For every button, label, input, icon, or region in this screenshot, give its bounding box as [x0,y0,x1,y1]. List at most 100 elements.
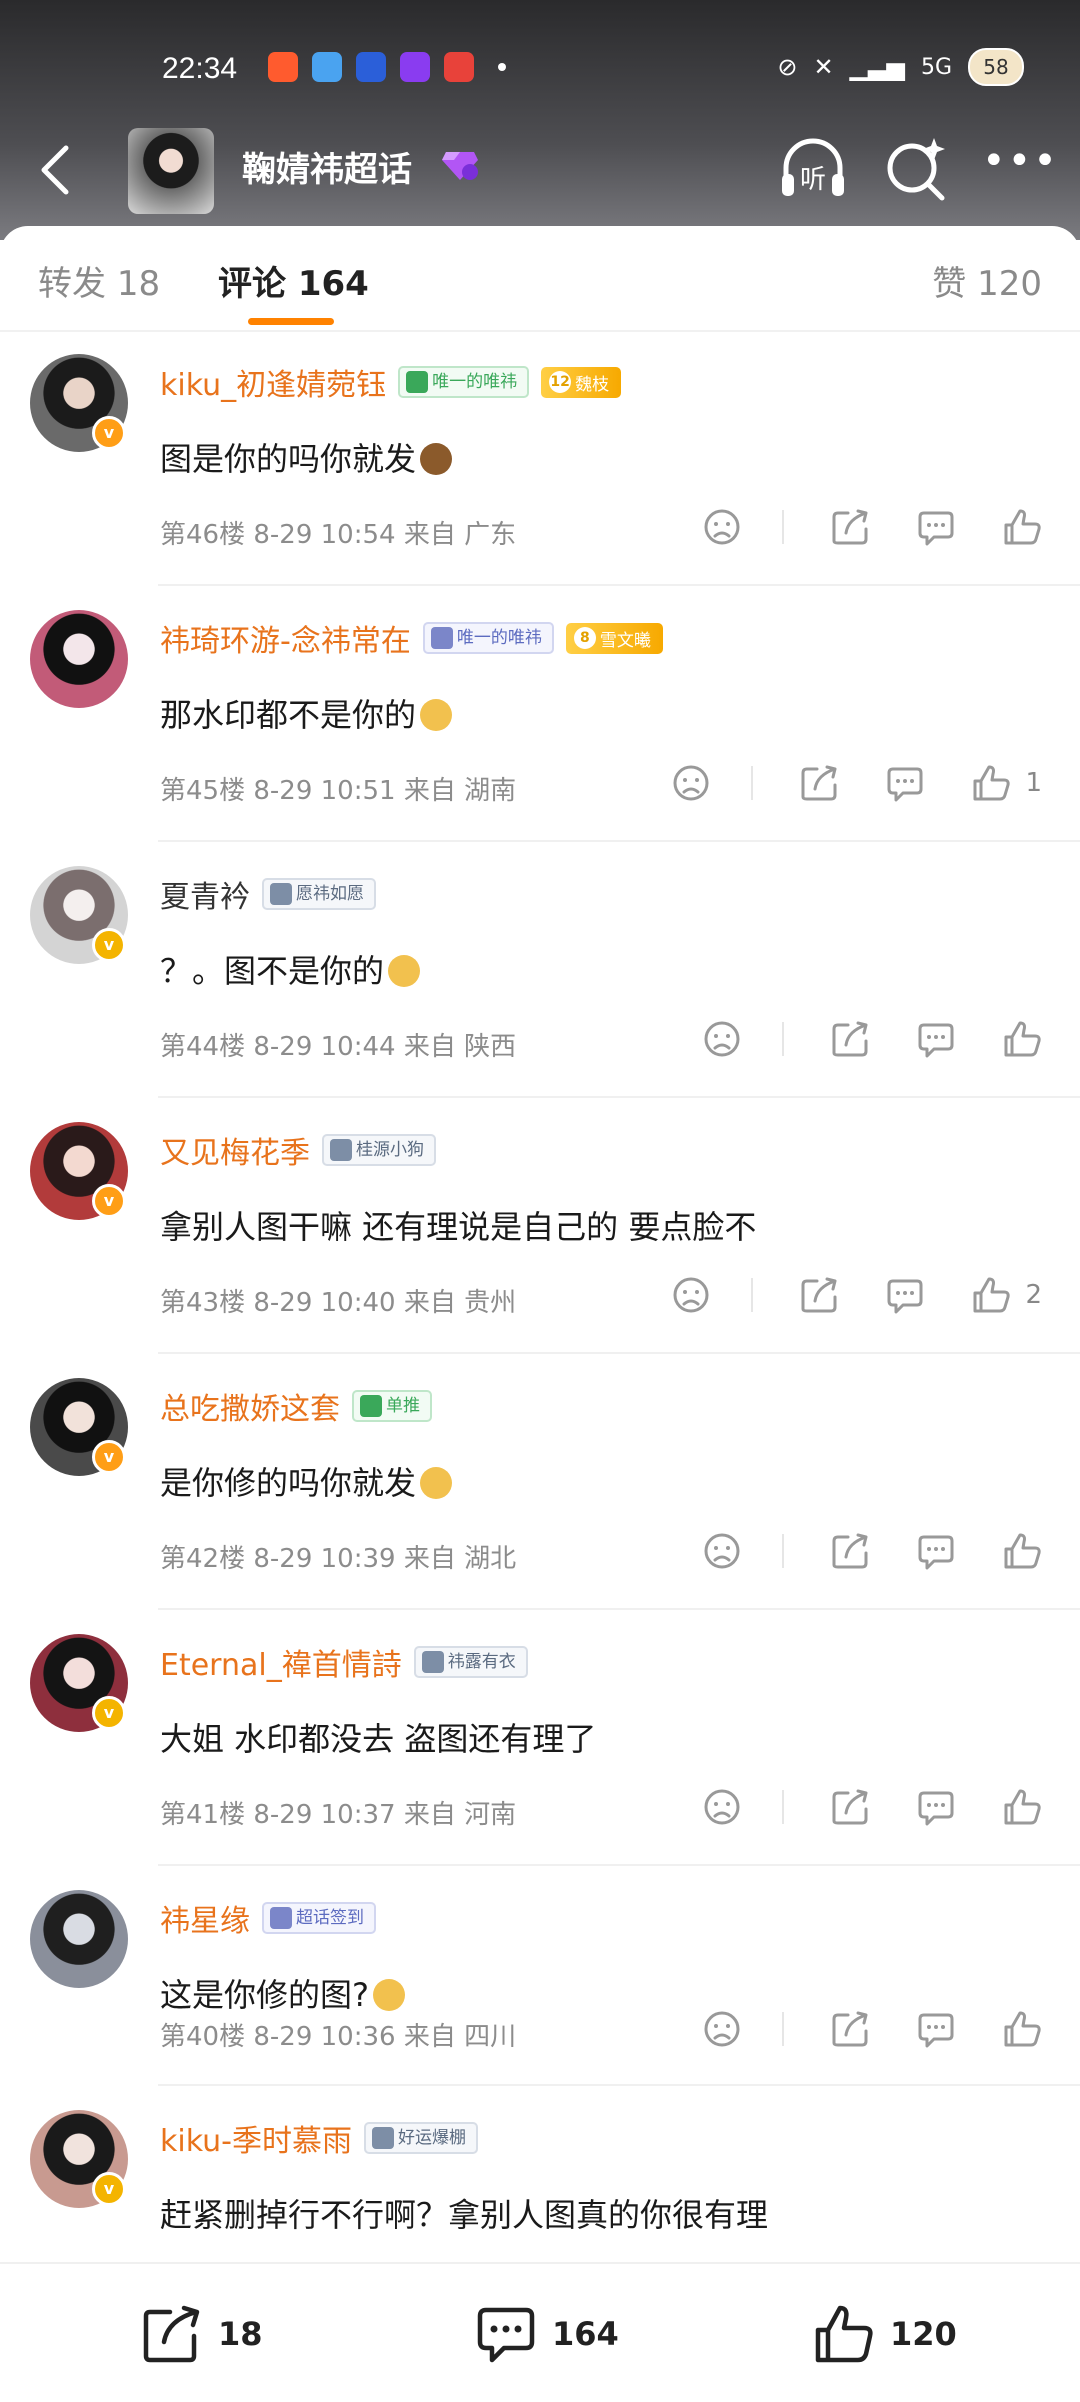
reply-icon[interactable] [916,507,956,547]
floor-number: 第45楼 [160,776,246,806]
app-toutiao-icon [444,52,474,82]
tab-bar: 转发 18 评论 164 赞 120 [0,226,1080,332]
reply-icon[interactable] [916,1787,956,1827]
comment-header: kiku_初逢婧菀钰 唯一的唯祎 12 魏枝 [160,360,622,404]
region: 贵州 [464,1288,517,1318]
reply-icon[interactable] [916,2009,956,2049]
active-tab-indicator [248,318,334,325]
comment-date: 8-29 [253,776,313,806]
comment-header: 夏青衿 愿祎如愿 [160,872,376,916]
search-icon[interactable] [884,136,950,202]
username[interactable]: 又见梅花季 [160,1128,310,1172]
share-icon[interactable] [830,2009,870,2049]
more-options-icon[interactable]: ••• [982,141,1057,186]
comment-text: ？。图不是你的 [156,938,430,1014]
share-icon[interactable] [799,763,839,803]
reply-icon[interactable] [885,763,925,803]
like-icon[interactable] [971,1275,1011,1315]
avatar[interactable] [30,1890,128,1988]
from-label: 来自 [403,1800,456,1830]
reply-icon[interactable] [916,1019,956,1059]
share-icon[interactable] [799,1275,839,1315]
like-button[interactable]: 120 [812,2302,957,2366]
like-icon[interactable] [1002,507,1042,547]
reply-icon[interactable] [885,1275,925,1315]
verified-badge-icon: v [92,928,126,962]
dislike-icon[interactable] [671,763,711,803]
comment-date: 8-29 [253,520,313,550]
comment-item[interactable]: v 总吃撒娇这套 单推 是你修的吗你就发 第42楼 8-29 10:39 来自 … [0,1354,1080,1610]
comment-item[interactable]: v 夏青衿 愿祎如愿 ？。图不是你的 第44楼 8-29 10:44 来自 陕西 [0,842,1080,1098]
username[interactable]: kiku_初逢婧菀钰 [160,360,386,404]
share-icon[interactable] [830,1019,870,1059]
floor-number: 第40楼 [160,2022,246,2052]
fan-badge: 祎露有衣 [413,1646,528,1678]
region: 湖北 [464,1544,517,1574]
like-icon[interactable] [1002,1531,1042,1571]
dislike-icon[interactable] [702,1531,742,1571]
emoji-icon [388,955,421,987]
emoji-icon [420,443,453,475]
comment-time: 10:54 [320,520,396,550]
comment-meta: 第41楼 8-29 10:37 来自 河南 [160,1794,516,1831]
tab-like[interactable]: 赞 120 [932,256,1042,305]
username[interactable]: kiku-季时慕雨 [160,2116,352,2160]
dislike-icon[interactable] [702,1019,742,1059]
comment-text: 图是你的吗你就发 [156,426,462,502]
tab-repost[interactable]: 转发 18 [38,256,160,305]
comment-item[interactable]: v 又见梅花季 桂源小狗 拿别人图干嘛 还有理说是自己的 要点脸不 第43楼 8… [0,1098,1080,1354]
dislike-icon[interactable] [702,1787,742,1827]
username[interactable]: 夏青衿 [160,872,250,916]
fan-badge: 好运爆棚 [364,2122,478,2154]
username[interactable]: 总吃撒娇这套 [160,1384,340,1428]
verified-badge-icon: v [92,1440,126,1474]
like-icon[interactable] [1002,1787,1042,1827]
header-bar: 鞠婧祎超话 听 ••• [0,120,1080,220]
comment-button[interactable]: 164 [474,2302,619,2366]
topic-avatar[interactable] [128,128,214,214]
repost-button[interactable]: 18 [140,2302,263,2366]
comment-text-content: 大姐 水印都没去 盗图还有理了 [160,1720,597,1758]
tab-repost-label: 转发 [38,264,106,304]
like-icon[interactable] [971,763,1011,803]
fan-badge: 超话签到 [262,1902,376,1934]
comment-item[interactable]: v kiku_初逢婧菀钰 唯一的唯祎 12 魏枝 图是你的吗你就发 第46楼 8… [0,330,1080,586]
comment-time: 10:51 [320,776,396,806]
username[interactable]: 祎琦环游-念祎常在 [160,616,411,660]
page-title[interactable]: 鞠婧祎超话 [242,142,412,191]
comment-item[interactable]: 祎星缘 超话签到 这是你修的图? 第40楼 8-29 10:36 来自 四川 [0,1866,1080,2086]
fan-badge-label: 桂源小狗 [356,1140,424,1160]
tab-comment[interactable]: 评论 164 [218,256,369,305]
comment-item[interactable]: v Eternal_禕首情詩 祎露有衣 大姐 水印都没去 盗图还有理了 第41楼… [0,1610,1080,1866]
comment-time: 10:36 [320,2022,396,2052]
from-label: 来自 [403,520,456,550]
badge-icon [360,1395,382,1417]
avatar[interactable] [30,610,128,708]
floor-number: 第43楼 [160,1288,246,1318]
like-icon[interactable] [1002,1019,1042,1059]
top-area: 22:34 ⊘ ✕ ▁▃▅ 5G 58 鞠婧祎超话 听 ••• [0,0,1080,240]
comment-text-content: 拿别人图干嘛 还有理说是自己的 要点脸不 [160,1208,757,1246]
listen-button[interactable]: 听 [778,136,848,202]
tab-comment-label: 评论 [218,264,286,304]
back-arrow-icon[interactable] [36,144,76,196]
action-divider [751,766,754,800]
like-icon[interactable] [1002,2009,1042,2049]
dislike-icon[interactable] [671,1275,711,1315]
comment-text-content: 是你修的吗你就发 [160,1464,417,1502]
verified-badge-icon: v [92,416,126,450]
action-divider [751,1278,754,1312]
username[interactable]: Eternal_禕首情詩 [160,1640,402,1684]
username[interactable]: 祎星缘 [160,1896,250,1940]
fan-badge: 单推 [352,1390,432,1422]
dislike-icon[interactable] [702,2009,742,2049]
comment-item[interactable]: 祎琦环游-念祎常在 唯一的唯祎 8 雪文曦 那水印都不是你的 第45楼 8-29… [0,586,1080,842]
share-icon[interactable] [830,1787,870,1827]
comment-text-content: ？。图不是你的 [160,952,385,990]
share-icon[interactable] [830,1531,870,1571]
level-label: 魏枝 [575,374,610,395]
share-icon[interactable] [830,507,870,547]
badge-icon [406,371,429,393]
dislike-icon[interactable] [702,507,742,547]
reply-icon[interactable] [916,1531,956,1571]
